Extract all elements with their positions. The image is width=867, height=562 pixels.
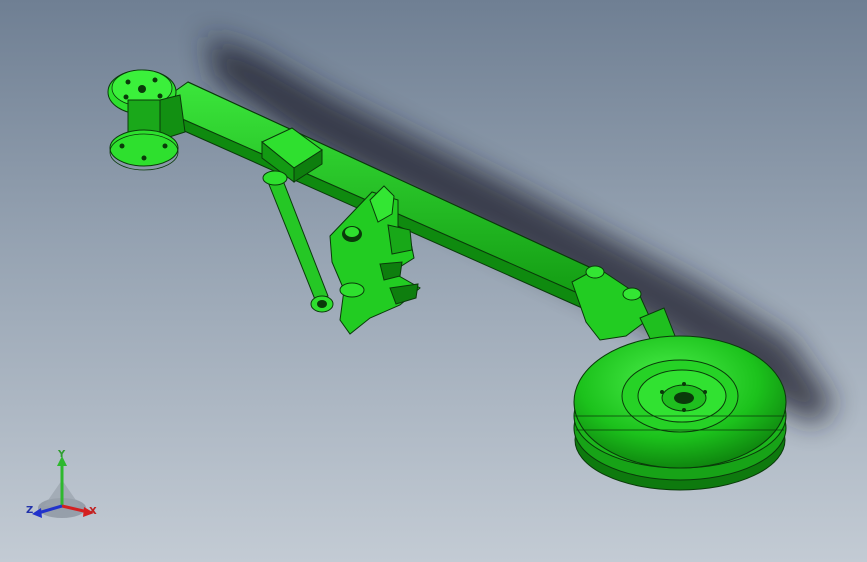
wheel-tire[interactable] bbox=[573, 335, 787, 491]
triad-z-label: Z bbox=[26, 505, 34, 516]
triad-y-label: Y bbox=[58, 449, 66, 460]
graphics-viewport[interactable]: Y Z X bbox=[0, 0, 867, 562]
triad-x-label: X bbox=[89, 506, 97, 517]
orientation-triad[interactable]: Y Z X bbox=[22, 450, 112, 530]
model-scene[interactable] bbox=[0, 0, 867, 562]
triad-graphic bbox=[32, 456, 94, 518]
mounting-flange[interactable] bbox=[107, 69, 186, 171]
